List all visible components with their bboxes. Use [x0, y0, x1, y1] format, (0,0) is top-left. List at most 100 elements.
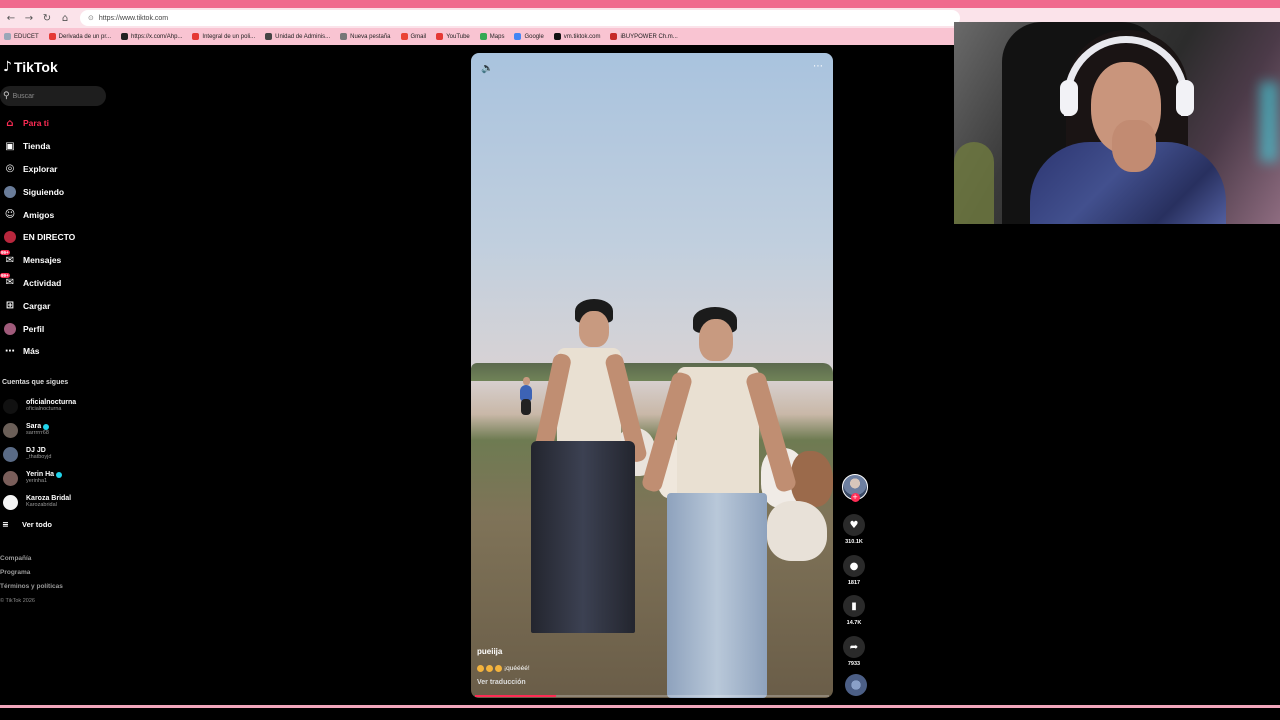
bookmark-item[interactable]: Unidad de Adminis...: [265, 33, 330, 40]
account-names: Sara sarrrrrr68: [26, 423, 50, 437]
account-name: Karoza Bridal: [26, 495, 72, 503]
sidebar-item-0[interactable]: ⌂ Para ti: [0, 112, 120, 135]
footer-link[interactable]: Programa: [0, 566, 63, 580]
sidebar-item-7[interactable]: ✉ 99+ Actividad: [0, 272, 120, 295]
tiktok-note-icon: ♪: [3, 59, 12, 75]
sidebar-item-1[interactable]: ▣ Tienda: [0, 135, 120, 158]
bookmark-item[interactable]: Maps: [479, 33, 505, 40]
forward-icon[interactable]: →: [20, 9, 38, 27]
save-action[interactable]: ▮ 14.7K: [840, 595, 868, 626]
reload-icon[interactable]: ↻: [38, 9, 56, 27]
sidebar-item-label: Para ti: [23, 118, 49, 129]
bookmark-favicon-icon: [121, 33, 129, 40]
bookmark-item[interactable]: YouTube: [436, 33, 470, 40]
avatar[interactable]: +: [841, 474, 868, 502]
bookmark-item[interactable]: Gmail: [400, 33, 427, 40]
bookmark-item[interactable]: Integral de un poli...: [192, 33, 255, 40]
save-count: 14.7K: [846, 620, 862, 626]
bookmark-item[interactable]: Nueva pestaña: [340, 33, 391, 40]
sidebar-item-label: Perfil: [23, 323, 45, 334]
followed-account[interactable]: Karoza Bridal Karozabridal: [0, 490, 120, 514]
music-action[interactable]: [840, 674, 868, 696]
bookmark-icon[interactable]: ▮: [843, 595, 865, 617]
bookmark-label: Unidad de Adminis...: [275, 33, 331, 40]
browser-tab-strip: [0, 0, 1280, 8]
creator-avatar[interactable]: +: [840, 474, 868, 502]
bookmark-label: Gmail: [410, 33, 427, 40]
sidebar-item-5[interactable]: EN DIRECTO: [0, 226, 120, 249]
followed-account[interactable]: Yerin Ha yerinha1: [0, 466, 120, 490]
bookmark-item[interactable]: Google: [514, 33, 544, 40]
comment-action[interactable]: ● 1817: [840, 555, 868, 586]
see-all-button[interactable]: ≡ Ver todo: [0, 514, 120, 534]
site-info-icon[interactable]: ⊙: [88, 14, 94, 22]
heart-icon[interactable]: ♥: [843, 514, 865, 536]
video-author[interactable]: pueiija: [477, 647, 502, 656]
sidebar-item-label: EN DIRECTO: [23, 232, 76, 243]
followed-account[interactable]: DJ JD _thatboyjd: [0, 442, 120, 466]
headset-earcup: [1060, 80, 1078, 116]
sidebar-item-label: Amigos: [23, 209, 55, 220]
sidebar-item-label: Mensajes: [23, 255, 62, 266]
sidebar-item-10[interactable]: ⋯ Más: [0, 340, 120, 363]
home-button-icon[interactable]: ⌂: [56, 9, 74, 27]
bookmark-item[interactable]: https://x.com/Ahp...: [121, 33, 182, 40]
bookmark-label: vm.tiktok.com: [563, 33, 601, 40]
bookmark-item[interactable]: vm.tiktok.com: [553, 33, 601, 40]
sidebar-item-2[interactable]: ◎ Explorar: [0, 158, 120, 181]
followed-account[interactable]: Sara sarrrrrr68: [0, 418, 120, 442]
tiktok-logo[interactable]: ♪ TikTok: [3, 59, 58, 75]
bookmark-label: Integral de un poli...: [202, 33, 256, 40]
account-names: DJ JD _thatboyjd: [26, 447, 51, 461]
main-menu: ⌂ Para ti ▣ Tienda ◎ Explorar Siguiendo ☺ Amigos…: [0, 112, 120, 363]
sidebar-item-6[interactable]: ✉ 99+ Mensajes: [0, 249, 120, 272]
bookmark-label: Derivada de un pr...: [58, 33, 112, 40]
sidebar-item-label: Más: [23, 346, 40, 357]
share-icon[interactable]: ➦: [843, 636, 865, 658]
comment-icon[interactable]: ●: [843, 555, 865, 577]
more-options-icon[interactable]: ⋯: [813, 61, 823, 72]
footer-link[interactable]: Compañía: [0, 552, 63, 566]
account-name: oficialnocturna: [26, 399, 77, 407]
like-action[interactable]: ♥ 310.1K: [840, 514, 868, 545]
followed-account[interactable]: oficialnocturna oficialnocturna: [0, 394, 120, 418]
more-icon: ⋯: [5, 345, 15, 357]
share-action[interactable]: ➦ 7933: [840, 636, 868, 667]
account-name: Yerin Ha: [26, 471, 55, 479]
sidebar-item-9[interactable]: Perfil: [0, 317, 120, 340]
bookmark-favicon-icon: [265, 33, 273, 40]
bookmark-label: iBUYPOWER Ch.m...: [620, 33, 678, 40]
bookmark-item[interactable]: iBUYPOWER Ch.m...: [610, 33, 678, 40]
sidebar-item-label: Actividad: [23, 277, 62, 288]
bookmark-item[interactable]: EDUCET: [4, 33, 39, 40]
bookmark-label: https://x.com/Ahp...: [131, 33, 183, 40]
emoji-icon: [486, 665, 493, 672]
back-icon[interactable]: ←: [2, 9, 20, 27]
address-bar[interactable]: ⊙ https://www.tiktok.com: [80, 10, 960, 26]
video-scene-goat: [791, 451, 833, 507]
sidebar-item-4[interactable]: ☺ Amigos: [0, 203, 120, 226]
profile-avatar-icon: [1, 322, 19, 336]
follow-plus-icon[interactable]: +: [850, 493, 860, 502]
notification-badge: 99+: [0, 272, 10, 278]
bookmark-item[interactable]: Derivada de un pr...: [48, 33, 112, 40]
webcam-overlay: [954, 22, 1280, 224]
music-disc-icon[interactable]: [844, 674, 867, 696]
video-progress-fill: [475, 695, 557, 697]
video-progress-bar[interactable]: [475, 695, 829, 697]
volume-icon[interactable]: 🔈: [481, 63, 493, 74]
account-name: DJ JD: [26, 447, 46, 455]
footer-link[interactable]: Términos y políticas: [0, 580, 63, 594]
see-translation-link[interactable]: Ver traducción: [477, 679, 526, 686]
account-name-row: DJ JD: [26, 447, 51, 454]
avatar: [4, 322, 16, 335]
friends-icon: ☺: [4, 209, 16, 221]
bookmark-label: Maps: [489, 33, 505, 40]
video-player[interactable]: 🔈 ⋯ pueiija ¡quéééé! Ver traducción: [471, 53, 833, 698]
sidebar-item-8[interactable]: ⊞ Cargar: [0, 294, 120, 317]
video-scene-goat: [767, 501, 827, 561]
account-names: Yerin Ha yerinha1: [26, 471, 63, 485]
sidebar-item-3[interactable]: Siguiendo: [0, 180, 120, 203]
verified-icon: [43, 423, 50, 430]
search-input[interactable]: ⚲ Buscar: [0, 86, 106, 106]
